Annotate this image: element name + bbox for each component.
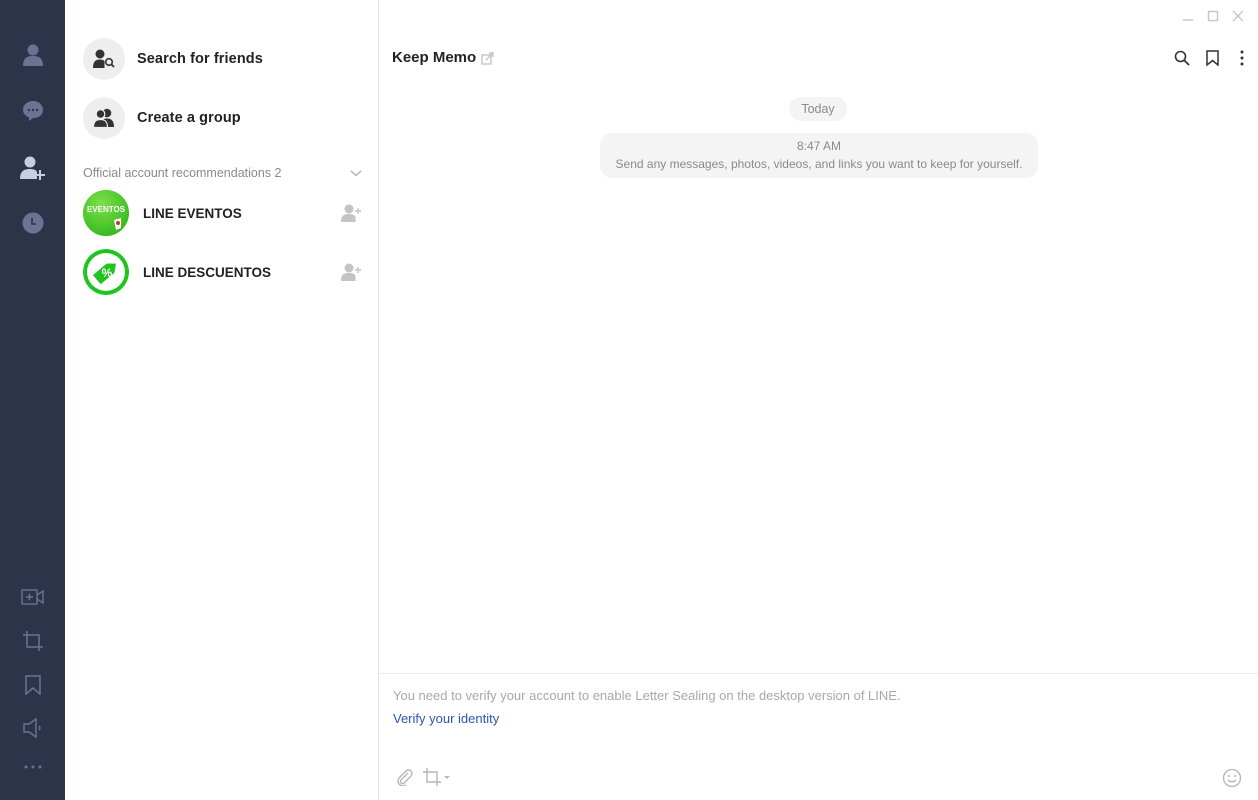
video-call-icon — [21, 589, 44, 605]
minimize-icon — [1182, 19, 1193, 21]
official-account-name: LINE EVENTOS — [143, 205, 242, 221]
emoji-icon[interactable] — [1222, 768, 1242, 788]
close-icon — [1231, 10, 1244, 22]
system-message-time: 8:47 AM — [796, 139, 842, 153]
date-separator: Today — [789, 97, 847, 121]
chat-icon — [23, 101, 43, 121]
search-friends-label: Search for friends — [137, 51, 263, 67]
chat-header: Keep Memo — [392, 49, 495, 66]
chat-area: Keep Memo Today 8:47 AM Send any message… — [379, 0, 1258, 800]
rail-add-friends-button[interactable] — [18, 153, 48, 183]
crop-icon — [423, 768, 441, 786]
announcement-icon — [23, 718, 41, 738]
chat-toolbar — [1162, 48, 1252, 68]
caret-down-icon — [444, 776, 450, 779]
official-account-item[interactable]: EVENTOS LINE EVENTOS — [83, 189, 363, 237]
official-account-name: LINE DESCUENTOS — [143, 264, 272, 280]
rail-chats-button[interactable] — [18, 96, 48, 126]
system-message: 8:47 AM Send any messages, photos, video… — [600, 133, 1038, 178]
search-friend-icon — [93, 49, 115, 68]
more-options-button[interactable] — [1232, 48, 1252, 68]
group-icon-wrap — [83, 97, 125, 139]
verify-identity-link[interactable]: Verify your identity — [393, 711, 499, 726]
rail-more-button[interactable] — [18, 752, 48, 782]
open-external-icon[interactable] — [481, 51, 495, 65]
search-button[interactable] — [1172, 48, 1192, 68]
chevron-down-icon[interactable] — [349, 168, 363, 178]
bookmark-icon — [25, 675, 41, 695]
chat-title: Keep Memo — [392, 49, 477, 66]
paperclip-icon — [397, 769, 413, 786]
rail-screenshot-button[interactable] — [18, 626, 48, 656]
add-friend-icon[interactable] — [341, 262, 363, 282]
search-icon — [1174, 50, 1190, 66]
section-title: Official account recommendations 2 — [83, 166, 282, 180]
rail-video-call-button[interactable] — [18, 582, 48, 612]
letter-sealing-notice: You need to verify your account to enabl… — [393, 688, 901, 703]
maximize-button[interactable] — [1200, 6, 1225, 26]
keep-button[interactable] — [1202, 48, 1222, 68]
window-controls — [1175, 6, 1250, 26]
descuentos-avatar: % — [83, 249, 129, 295]
nav-rail — [0, 0, 65, 800]
search-friends-button[interactable]: Search for friends — [83, 37, 263, 81]
screenshot-button[interactable] — [423, 768, 450, 786]
search-friend-icon-wrap — [83, 38, 125, 80]
official-accounts-header: Official account recommendations 2 — [83, 164, 363, 182]
maximize-icon — [1207, 10, 1218, 22]
eventos-avatar: EVENTOS — [83, 190, 129, 236]
attach-file-button[interactable] — [395, 768, 413, 786]
create-group-label: Create a group — [137, 110, 241, 126]
add-friend-icon[interactable] — [341, 203, 363, 223]
composer-toolbar — [395, 768, 460, 786]
rail-friends-button[interactable] — [18, 40, 48, 70]
more-icon — [24, 765, 42, 769]
rail-announcements-button[interactable] — [18, 713, 48, 743]
descuentos-avatar-text: % — [102, 266, 113, 280]
clock-icon — [22, 212, 44, 234]
profile-icon — [23, 44, 43, 66]
group-icon — [93, 108, 114, 128]
kebab-menu-icon — [1240, 50, 1244, 66]
create-group-button[interactable]: Create a group — [83, 96, 241, 140]
add-friends-panel: Search for friends Create a group Offici… — [65, 0, 379, 800]
line-app-window: Search for friends Create a group Offici… — [0, 0, 1258, 800]
eventos-avatar-text: EVENTOS — [87, 205, 126, 214]
bookmark-icon — [1205, 50, 1219, 66]
rail-timeline-button[interactable] — [18, 208, 48, 238]
message-composer: You need to verify your account to enabl… — [379, 673, 1258, 800]
add-friend-icon — [20, 156, 45, 180]
rail-keep-button[interactable] — [18, 670, 48, 700]
system-message-text: Send any messages, photos, videos, and l… — [615, 157, 1023, 171]
minimize-button[interactable] — [1175, 6, 1200, 26]
crop-icon — [23, 631, 43, 651]
official-account-item[interactable]: % LINE DESCUENTOS — [83, 248, 363, 296]
close-button[interactable] — [1225, 6, 1250, 26]
